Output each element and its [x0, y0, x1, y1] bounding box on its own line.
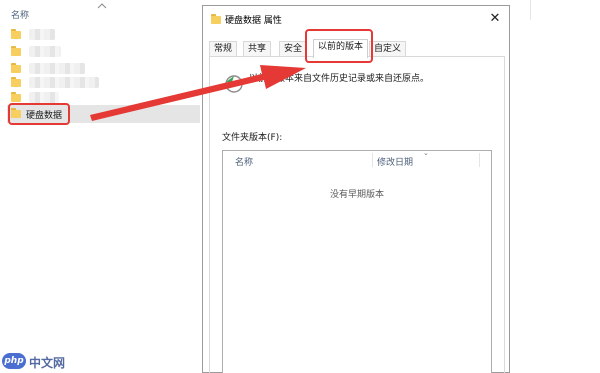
- info-text: 以前的版本来自文件历史记录或来自还原点。: [249, 74, 430, 84]
- list-header: 名称 ⌄ 修改日期: [223, 149, 491, 168]
- versions-list[interactable]: 名称 ⌄ 修改日期 没有早期版本: [222, 149, 492, 373]
- blurred-item-label: [29, 92, 59, 103]
- site-name: 中文网: [29, 356, 66, 370]
- blurred-item-label: [29, 77, 99, 88]
- restore-point-icon: [225, 75, 243, 93]
- blurred-item-label: [29, 63, 85, 74]
- column-divider: [479, 153, 480, 167]
- empty-list-message: 没有早期版本: [329, 190, 384, 200]
- name-column-header[interactable]: 名称: [11, 8, 29, 21]
- file-list-item[interactable]: [11, 45, 91, 59]
- column-modified-header[interactable]: 修改日期: [377, 155, 413, 168]
- file-list-item[interactable]: [11, 76, 99, 90]
- file-list-item[interactable]: [11, 28, 91, 42]
- blurred-item-label: [29, 29, 55, 40]
- tab-previous-versions[interactable]: 以前的版本: [313, 39, 369, 58]
- tab-sharing[interactable]: 共享: [243, 41, 272, 57]
- folder-icon: [11, 92, 21, 102]
- tab-customize[interactable]: 自定义: [369, 41, 407, 57]
- highlight-box-folder: [8, 103, 70, 125]
- blurred-item-label: [29, 46, 61, 57]
- close-button[interactable]: ✕: [487, 11, 503, 27]
- dialog-title: 硬盘数据 属性: [225, 16, 282, 26]
- file-list-item[interactable]: [11, 62, 91, 76]
- folder-icon: [11, 46, 21, 56]
- tab-security[interactable]: 安全: [279, 41, 308, 57]
- folder-icon: [211, 14, 221, 24]
- folder-icon: [11, 77, 21, 87]
- php-logo: php: [2, 353, 26, 369]
- folder-icon: [11, 29, 21, 39]
- folder-versions-label: 文件夹版本(F):: [222, 133, 283, 143]
- column-divider: [372, 153, 373, 167]
- folder-icon: [11, 63, 21, 73]
- tab-strip: 常规 共享 安全 以前的版本 自定义: [203, 39, 509, 58]
- column-divider: [530, 0, 531, 20]
- column-name-header[interactable]: 名称: [235, 155, 253, 168]
- chevron-up-icon: [97, 3, 107, 9]
- sort-indicator-icon: ⌄: [423, 149, 429, 157]
- tab-general[interactable]: 常规: [209, 41, 238, 57]
